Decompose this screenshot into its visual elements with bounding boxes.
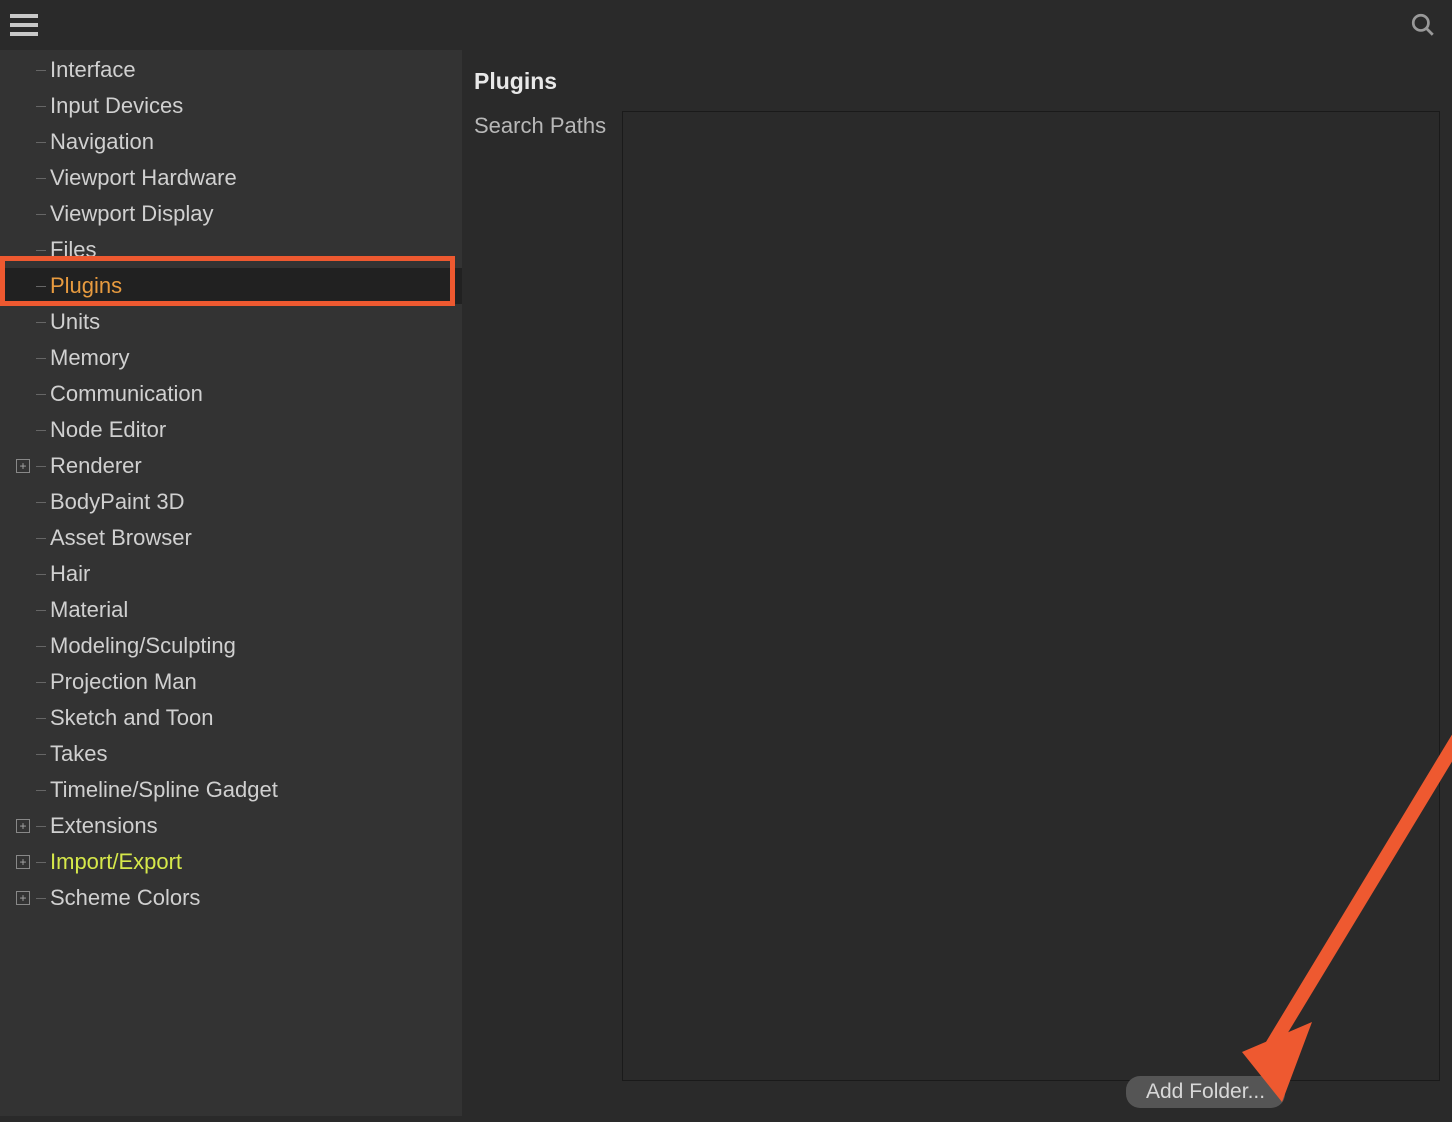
toolbar: [0, 0, 1452, 50]
sidebar-item-node-editor[interactable]: Node Editor: [0, 412, 462, 448]
main-container: Interface Input Devices Navigation Viewport…: [0, 50, 1452, 1116]
sidebar-item-import-export[interactable]: + Import/Export: [0, 844, 462, 880]
sidebar-item-viewport-display[interactable]: Viewport Display: [0, 196, 462, 232]
expand-icon[interactable]: +: [16, 819, 30, 833]
sidebar-item-label: Scheme Colors: [50, 885, 200, 911]
sidebar-item-label: BodyPaint 3D: [50, 489, 185, 515]
sidebar-item-asset-browser[interactable]: Asset Browser: [0, 520, 462, 556]
content-panel: Plugins Search Paths Add Folder...: [462, 50, 1452, 1116]
sidebar-item-label: Import/Export: [50, 849, 182, 875]
sidebar-item-label: Modeling/Sculpting: [50, 633, 236, 659]
sidebar-item-communication[interactable]: Communication: [0, 376, 462, 412]
panel-title: Plugins: [474, 68, 1440, 95]
sidebar-item-label: Units: [50, 309, 100, 335]
preferences-sidebar: Interface Input Devices Navigation Viewport…: [0, 50, 462, 1116]
sidebar-item-label: Plugins: [50, 273, 122, 299]
expand-icon[interactable]: +: [16, 891, 30, 905]
sidebar-item-memory[interactable]: Memory: [0, 340, 462, 376]
sidebar-item-label: Files: [50, 237, 96, 263]
sidebar-item-plugins[interactable]: Plugins: [0, 268, 462, 304]
sidebar-item-label: Sketch and Toon: [50, 705, 214, 731]
sidebar-item-label: Communication: [50, 381, 203, 407]
sidebar-item-label: Projection Man: [50, 669, 197, 695]
sidebar-item-interface[interactable]: Interface: [0, 52, 462, 88]
hamburger-menu-icon[interactable]: [10, 14, 38, 36]
sidebar-item-takes[interactable]: Takes: [0, 736, 462, 772]
sidebar-item-label: Asset Browser: [50, 525, 192, 551]
expand-icon[interactable]: +: [16, 855, 30, 869]
sidebar-item-label: Hair: [50, 561, 90, 587]
sidebar-item-renderer[interactable]: + Renderer: [0, 448, 462, 484]
sidebar-item-label: Viewport Hardware: [50, 165, 237, 191]
sidebar-item-units[interactable]: Units: [0, 304, 462, 340]
sidebar-item-label: Input Devices: [50, 93, 183, 119]
search-paths-list[interactable]: [622, 111, 1440, 1081]
add-folder-button[interactable]: Add Folder...: [1126, 1076, 1285, 1108]
sidebar-item-label: Navigation: [50, 129, 154, 155]
sidebar-item-label: Extensions: [50, 813, 158, 839]
sidebar-item-label: Memory: [50, 345, 129, 371]
search-paths-label: Search Paths: [474, 111, 606, 1081]
sidebar-item-scheme-colors[interactable]: + Scheme Colors: [0, 880, 462, 916]
sidebar-item-files[interactable]: Files: [0, 232, 462, 268]
sidebar-item-label: Material: [50, 597, 128, 623]
sidebar-item-label: Viewport Display: [50, 201, 213, 227]
sidebar-item-viewport-hardware[interactable]: Viewport Hardware: [0, 160, 462, 196]
sidebar-item-material[interactable]: Material: [0, 592, 462, 628]
sidebar-item-label: Interface: [50, 57, 136, 83]
sidebar-item-bodypaint-3d[interactable]: BodyPaint 3D: [0, 484, 462, 520]
search-icon[interactable]: [1404, 6, 1442, 44]
sidebar-item-label: Node Editor: [50, 417, 166, 443]
sidebar-item-timeline-spline-gadget[interactable]: Timeline/Spline Gadget: [0, 772, 462, 808]
sidebar-item-label: Takes: [50, 741, 107, 767]
sidebar-item-sketch-and-toon[interactable]: Sketch and Toon: [0, 700, 462, 736]
sidebar-item-hair[interactable]: Hair: [0, 556, 462, 592]
sidebar-item-extensions[interactable]: + Extensions: [0, 808, 462, 844]
sidebar-item-modeling-sculpting[interactable]: Modeling/Sculpting: [0, 628, 462, 664]
expand-icon[interactable]: +: [16, 459, 30, 473]
sidebar-item-input-devices[interactable]: Input Devices: [0, 88, 462, 124]
sidebar-item-label: Renderer: [50, 453, 142, 479]
sidebar-item-label: Timeline/Spline Gadget: [50, 777, 278, 803]
sidebar-item-projection-man[interactable]: Projection Man: [0, 664, 462, 700]
sidebar-item-navigation[interactable]: Navigation: [0, 124, 462, 160]
